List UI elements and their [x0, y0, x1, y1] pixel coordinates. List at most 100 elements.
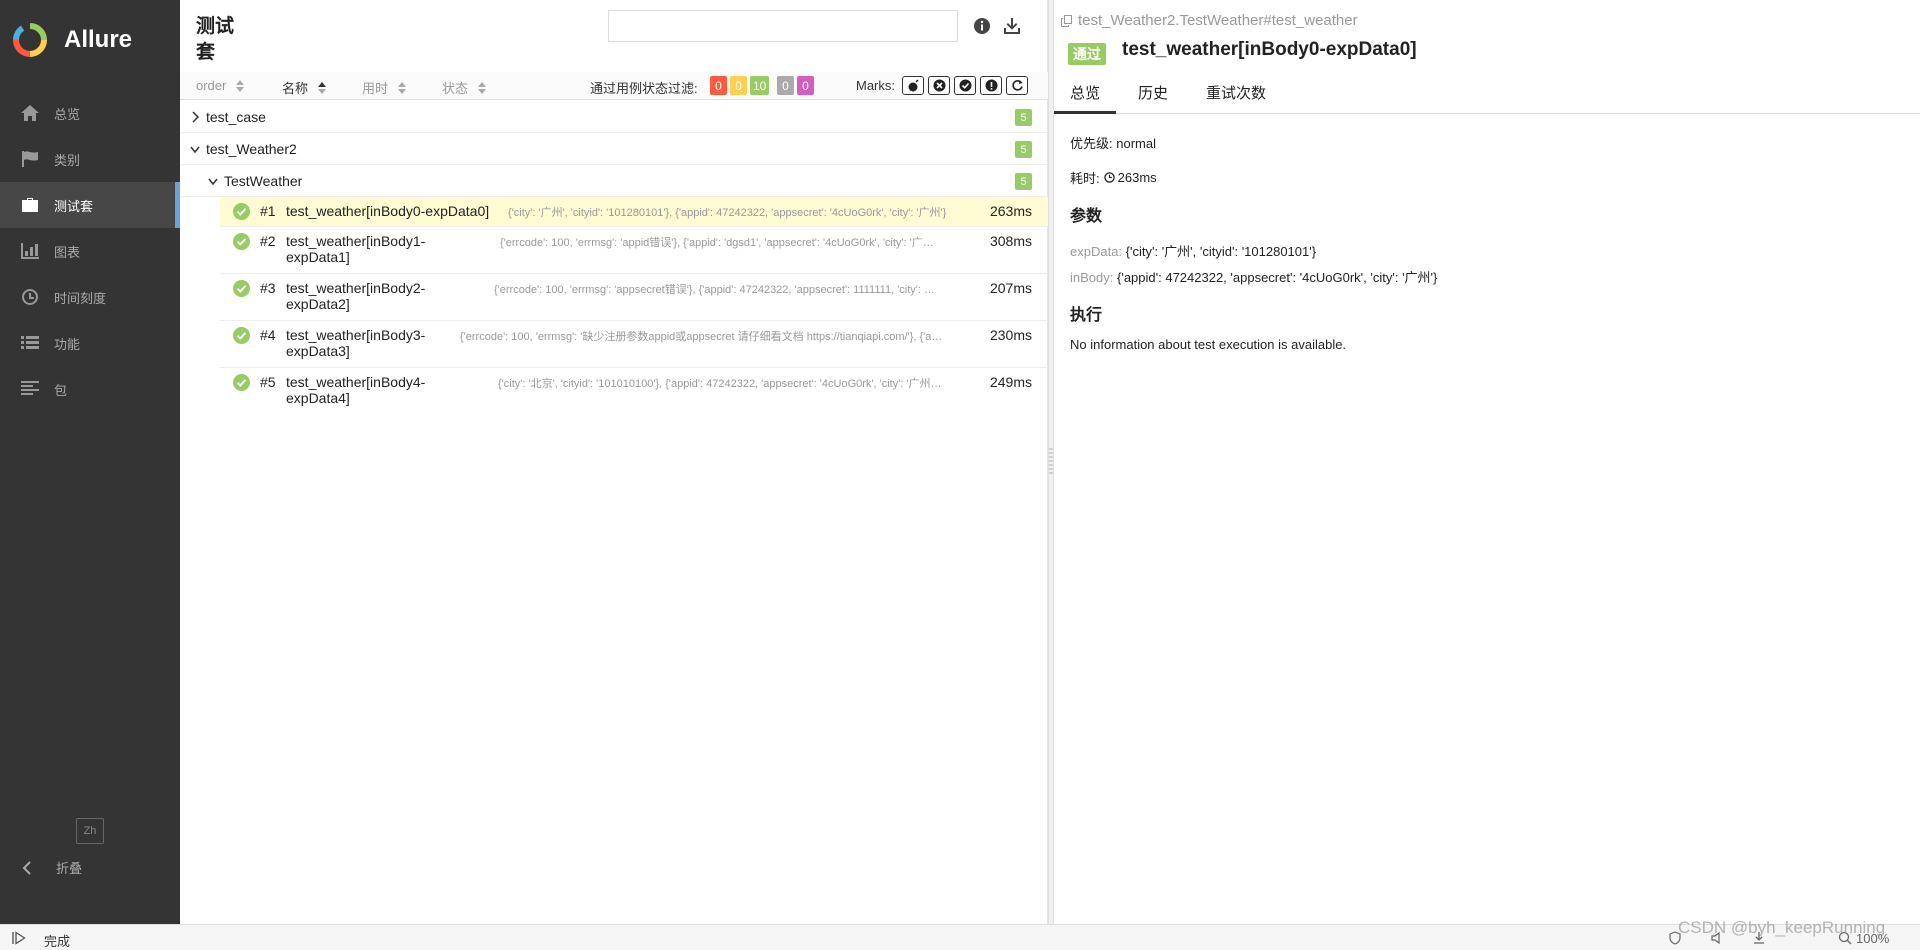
sidebar-item-label: 总览 — [54, 106, 81, 122]
table-row[interactable]: #5 test_weather[inBody4-expData4] {'city… — [220, 368, 1048, 415]
execution-text: No information about test execution is a… — [1070, 337, 1347, 352]
tab-history[interactable]: 历史 — [1122, 82, 1184, 114]
sort-label: order — [196, 78, 227, 93]
sort-status[interactable]: 状态 — [442, 78, 487, 97]
align-left-icon — [18, 379, 42, 399]
table-row[interactable]: #3 test_weather[inBody2-expData2] {'errc… — [220, 274, 1048, 321]
tree-group-name: TestWeather — [224, 172, 303, 189]
status-filter-skipped[interactable]: 0 — [777, 76, 794, 95]
breadcrumb-text: test_Weather2.TestWeather#test_weather — [1078, 12, 1358, 29]
test-duration: 308ms — [989, 233, 1032, 249]
passed-status-icon — [233, 327, 250, 344]
mark-new-passed-button[interactable] — [954, 76, 976, 95]
bar-chart-icon — [18, 241, 42, 261]
mark-retries-button[interactable] — [1006, 76, 1028, 95]
param-key: inBody: — [1070, 270, 1114, 285]
mark-new-failed-button[interactable] — [928, 76, 950, 95]
test-params: {'errcode': 100, 'errmsg': 'appsecret错误'… — [494, 284, 936, 296]
params-heading: 参数 — [1070, 208, 1103, 225]
test-name: test_weather[inBody3-expData3] — [286, 327, 426, 359]
tree-group-test-case[interactable]: test_case 5 — [180, 101, 1048, 133]
test-params: {'city': '北京', 'cityid': '101010100'}, {… — [498, 378, 942, 390]
test-duration: 263ms — [989, 203, 1032, 219]
sidebar-item-overview[interactable]: 总览 — [0, 90, 180, 136]
test-duration: 207ms — [989, 280, 1032, 296]
passed-status-icon — [233, 233, 250, 250]
test-params: {'errcode': 100, 'errmsg': '缺少注册参数appid或… — [460, 331, 943, 343]
test-title: test_weather[inBody0-expData0] — [1122, 39, 1417, 60]
test-number: #3 — [260, 280, 276, 296]
sidebar-item-suites[interactable]: 测试套 — [0, 182, 180, 228]
execution-heading: 执行 — [1070, 307, 1103, 324]
priority-value: normal — [1116, 136, 1156, 151]
status-filter-passed[interactable]: 10 — [750, 76, 770, 95]
mark-new-broken-button[interactable] — [980, 76, 1002, 95]
param-row: inBody: {'appid': 47242322, 'appsecret':… — [1070, 267, 1437, 286]
tab-retries[interactable]: 重试次数 — [1190, 82, 1282, 114]
sidebar-item-label: 包 — [54, 382, 68, 398]
bomb-icon — [908, 79, 919, 92]
sidebar-item-label: 时间刻度 — [54, 290, 107, 306]
collapse-label: 折叠 — [56, 861, 83, 876]
param-key: expData: — [1070, 244, 1123, 259]
brand[interactable]: Allure — [0, 0, 180, 80]
mark-flaky-button[interactable] — [902, 76, 924, 95]
status-badge: 通过 — [1068, 43, 1106, 65]
download-icon[interactable] — [1002, 16, 1022, 36]
times-circle-icon — [933, 79, 945, 92]
status-filter-unknown[interactable]: 0 — [797, 76, 814, 95]
collapse-button[interactable]: 折叠 — [22, 858, 82, 877]
clock-icon — [1103, 172, 1115, 183]
priority-label: 优先级: — [1070, 136, 1113, 151]
sidebar-item-timeline[interactable]: 时间刻度 — [0, 274, 180, 320]
test-name: test_weather[inBody2-expData2] — [286, 280, 426, 312]
duration-value: 263ms — [1117, 170, 1157, 185]
passed-status-icon — [233, 374, 250, 391]
sidebar-item-label: 类别 — [54, 152, 81, 168]
tree-group-name: test_Weather2 — [206, 140, 297, 157]
chevron-left-icon — [22, 860, 31, 875]
sidebar-nav: 总览 类别 测试套 图表 时间刻度 功能 包 — [0, 90, 180, 412]
sort-name[interactable]: 名称 — [282, 78, 327, 97]
test-duration: 249ms — [989, 374, 1032, 390]
passed-status-icon — [233, 280, 250, 297]
language-switch[interactable]: Zh — [76, 818, 104, 844]
sort-order[interactable]: order — [196, 78, 245, 93]
tree-group-test-weather2[interactable]: test_Weather2 5 — [180, 133, 1048, 165]
param-row: expData: {'city': '广州', 'cityid': '10128… — [1070, 241, 1316, 260]
suites-pane: 测试套 order 名称 用时 状态 通过用例状态过滤: 0 0 10 0 0 … — [180, 0, 1048, 924]
sidebar-item-behaviors[interactable]: 功能 — [0, 320, 180, 366]
duration-label: 耗时: — [1070, 171, 1100, 186]
sort-asc-icon — [318, 81, 327, 94]
breadcrumb[interactable]: test_Weather2.TestWeather#test_weather — [1060, 12, 1358, 29]
list-icon — [18, 333, 42, 353]
status-filter-failed[interactable]: 0 — [710, 76, 727, 95]
table-row[interactable]: #1 test_weather[inBody0-expData0] {'city… — [220, 197, 1048, 227]
info-icon[interactable] — [972, 16, 992, 36]
sidebar-item-categories[interactable]: 类别 — [0, 136, 180, 182]
tree-group-testweather[interactable]: TestWeather 5 — [180, 165, 1048, 197]
passed-status-icon — [233, 203, 250, 220]
table-row[interactable]: #2 test_weather[inBody1-expData1] {'errc… — [220, 227, 1048, 274]
sort-label: 用时 — [362, 81, 389, 96]
sort-duration[interactable]: 用时 — [362, 78, 407, 97]
play-icon[interactable] — [12, 931, 26, 945]
table-row[interactable]: #4 test_weather[inBody3-expData3] {'errc… — [220, 321, 1048, 368]
sort-icon — [478, 81, 487, 94]
tree-group-count: 5 — [1015, 173, 1032, 190]
test-name: test_weather[inBody4-expData4] — [286, 374, 426, 406]
param-value: {'city': '广州', 'cityid': '101280101'} — [1125, 244, 1317, 259]
chevron-down-icon — [208, 178, 218, 185]
tab-overview[interactable]: 总览 — [1054, 82, 1117, 114]
drag-handle-icon[interactable] — [1049, 447, 1053, 477]
sort-label: 名称 — [282, 81, 309, 96]
sidebar-item-graphs[interactable]: 图表 — [0, 228, 180, 274]
page-title: 测试套 — [196, 16, 235, 63]
test-params: {'city': '广州', 'cityid': '101280101'}, {… — [508, 207, 947, 219]
status-filter-broken[interactable]: 0 — [730, 76, 747, 95]
test-duration: 230ms — [989, 327, 1032, 343]
briefcase-icon — [18, 195, 42, 215]
sidebar-item-packages[interactable]: 包 — [0, 366, 180, 412]
clock-icon — [18, 287, 42, 307]
search-input[interactable] — [608, 10, 958, 42]
